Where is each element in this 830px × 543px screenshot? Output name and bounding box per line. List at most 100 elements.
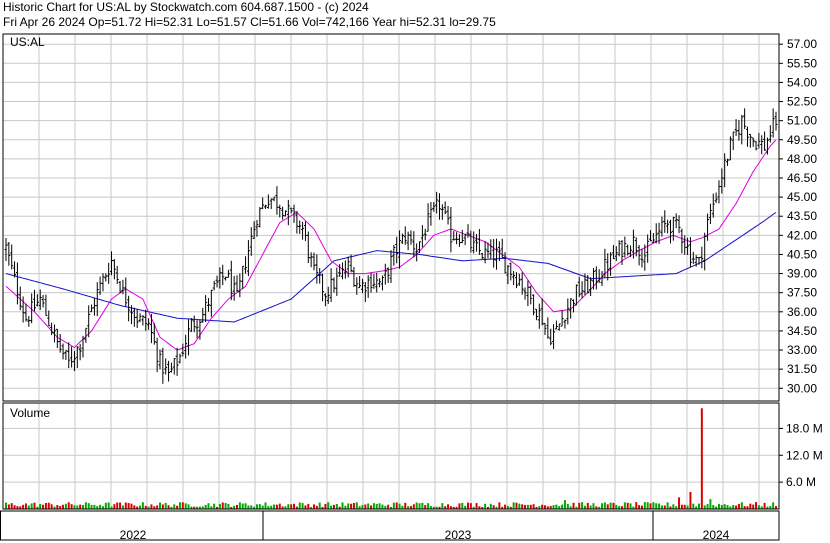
date-axis-labels: 2022 2023 2024 bbox=[120, 511, 730, 542]
price-bar bbox=[164, 358, 168, 375]
volume-tick-label: 6.0 M bbox=[786, 475, 816, 489]
price-bar bbox=[475, 233, 479, 252]
price-bar bbox=[27, 316, 31, 327]
year-label: 2022 bbox=[120, 528, 147, 542]
price-bar bbox=[201, 307, 205, 323]
price-bar bbox=[81, 335, 85, 358]
price-bars bbox=[4, 108, 778, 384]
price-bar bbox=[204, 295, 208, 323]
price-bar bbox=[306, 231, 310, 264]
price-bar bbox=[378, 278, 382, 288]
price-bar bbox=[563, 319, 567, 329]
price-bar bbox=[700, 246, 704, 269]
chart-frame bbox=[0, 33, 780, 541]
price-bar bbox=[469, 230, 473, 253]
price-bar bbox=[609, 252, 613, 276]
price-bar bbox=[278, 204, 282, 218]
volume-tick-label: 18.0 M bbox=[786, 421, 823, 435]
price-bar bbox=[751, 137, 755, 147]
price-bar bbox=[754, 141, 758, 151]
price-bar bbox=[352, 267, 356, 287]
price-bar bbox=[455, 232, 459, 245]
price-bar bbox=[429, 202, 433, 226]
price-bar bbox=[212, 280, 216, 291]
price-bar bbox=[654, 223, 658, 244]
price-bar bbox=[209, 289, 213, 317]
price-bar bbox=[10, 244, 14, 270]
price-bar bbox=[420, 225, 424, 248]
price-bar bbox=[443, 201, 447, 215]
price-bar bbox=[323, 293, 327, 307]
price-bar bbox=[691, 251, 695, 265]
price-bar bbox=[663, 210, 667, 233]
price-bar bbox=[50, 322, 54, 336]
price-bar bbox=[646, 234, 650, 263]
price-bar bbox=[406, 231, 410, 251]
price-bar bbox=[597, 269, 601, 284]
price-bar bbox=[617, 240, 621, 257]
price-bar bbox=[380, 275, 384, 291]
price-bar bbox=[580, 281, 584, 299]
price-bar bbox=[232, 275, 236, 301]
volume-bars bbox=[5, 408, 777, 509]
price-bar bbox=[115, 265, 119, 284]
price-bar bbox=[660, 216, 664, 237]
price-bar bbox=[492, 239, 496, 268]
price-bar bbox=[748, 133, 752, 148]
price-tick-label: 52.50 bbox=[787, 95, 817, 109]
price-bar bbox=[726, 158, 730, 166]
price-bar bbox=[731, 131, 735, 150]
price-bar bbox=[269, 198, 273, 210]
price-bar bbox=[457, 234, 461, 247]
price-bar bbox=[149, 313, 153, 344]
volume-label: Volume bbox=[10, 406, 50, 420]
price-bar bbox=[554, 320, 558, 330]
price-bar bbox=[560, 310, 564, 327]
price-tick-label: 40.50 bbox=[787, 247, 817, 261]
price-bar bbox=[90, 304, 94, 313]
price-bar bbox=[611, 245, 615, 260]
price-bar bbox=[141, 315, 145, 326]
price-bar bbox=[640, 248, 644, 268]
price-bar bbox=[360, 278, 364, 294]
price-bar bbox=[67, 342, 71, 368]
price-bar bbox=[169, 362, 173, 373]
price-bar bbox=[537, 303, 541, 329]
price-bar bbox=[138, 313, 142, 323]
price-bar bbox=[671, 216, 675, 241]
price-bar bbox=[737, 120, 741, 141]
price-bar bbox=[78, 343, 82, 361]
price-bar bbox=[489, 239, 493, 260]
price-bar bbox=[606, 253, 610, 281]
price-bar bbox=[189, 318, 193, 332]
price-bar bbox=[529, 285, 533, 305]
price-bar bbox=[369, 272, 373, 293]
price-bar bbox=[703, 232, 707, 271]
price-bar bbox=[509, 262, 513, 281]
volume-panel-border bbox=[2, 402, 780, 510]
price-bar bbox=[124, 277, 128, 307]
price-bar bbox=[235, 275, 239, 292]
price-axis-ticks: 57.00 55.50 54.00 52.50 51.00 49.50 48.00 46.50… bbox=[779, 37, 817, 395]
price-bar bbox=[249, 227, 253, 256]
price-bar bbox=[680, 228, 684, 254]
price-bar bbox=[158, 349, 162, 370]
price-bar bbox=[651, 233, 655, 244]
price-tick-label: 54.00 bbox=[787, 75, 817, 89]
price-panel-border bbox=[2, 33, 780, 402]
price-bar bbox=[480, 252, 484, 260]
price-bar bbox=[24, 303, 28, 322]
price-bar bbox=[47, 310, 51, 327]
price-bar bbox=[577, 276, 581, 297]
price-bar bbox=[55, 328, 59, 348]
price-bar bbox=[4, 238, 8, 261]
price-tick-label: 55.50 bbox=[787, 56, 817, 70]
price-bar bbox=[346, 256, 350, 278]
price-bar bbox=[668, 219, 672, 244]
price-bar bbox=[557, 323, 561, 331]
price-bar bbox=[534, 308, 538, 321]
price-bar bbox=[244, 256, 248, 274]
price-bar bbox=[321, 273, 325, 302]
price-bar bbox=[206, 298, 210, 312]
price-bar bbox=[375, 272, 379, 293]
